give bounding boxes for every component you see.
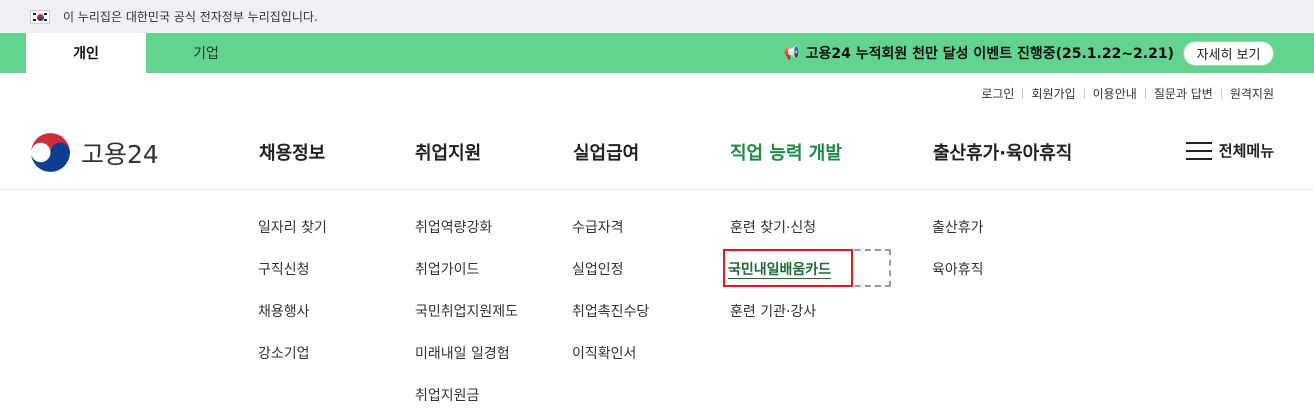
submenu-eligibility[interactable]: 수급자격 <box>572 217 624 237</box>
remote-support-link[interactable]: 원격지원 <box>1230 85 1274 102</box>
submenu-training-institutions[interactable]: 훈련 기관·강사 <box>730 301 816 321</box>
tab-business[interactable]: 기업 <box>146 33 266 73</box>
hamburger-icon <box>1185 141 1212 161</box>
view-details-button[interactable]: 자세히 보기 <box>1183 41 1274 66</box>
all-menu-button[interactable]: 전체메뉴 <box>1185 140 1274 161</box>
submenu-reemployment-allowance[interactable]: 취업촉진수당 <box>572 301 649 321</box>
megaphone-icon: 📢 <box>783 45 800 61</box>
qna-link[interactable]: 질문과 답변 <box>1154 85 1213 102</box>
divider <box>1083 88 1085 99</box>
submenu-unemployment-recognition[interactable]: 실업인정 <box>572 259 624 279</box>
submenu-employability[interactable]: 취업역량강화 <box>415 217 492 237</box>
gov-banner: 이 누리집은 대한민국 공식 전자정부 누리집입니다. <box>0 0 1314 33</box>
top-bar: 개인 기업 📢 고용24 누적회원 천만 달성 이벤트 진행중(25.1.22~… <box>0 33 1314 73</box>
divider <box>1144 88 1146 99</box>
gnb-parental-leave[interactable]: 출산휴가·육아휴직 <box>933 139 1072 165</box>
login-link[interactable]: 로그인 <box>981 85 1014 102</box>
government-emblem-icon <box>29 131 72 174</box>
site-logo[interactable]: 고용24 <box>28 130 159 175</box>
gov-banner-text: 이 누리집은 대한민국 공식 전자정부 누리집입니다. <box>63 10 318 24</box>
submenu-maternity-leave[interactable]: 출산휴가 <box>932 217 984 237</box>
signup-link[interactable]: 회원가입 <box>1031 85 1075 102</box>
tab-personal[interactable]: 개인 <box>26 33 146 73</box>
header-divider <box>0 189 1314 190</box>
submenu-training-search[interactable]: 훈련 찾기·신청 <box>730 217 816 237</box>
divider <box>1022 88 1024 99</box>
gnb-vocational-training[interactable]: 직업 능력 개발 <box>730 139 842 165</box>
guide-link[interactable]: 이용안내 <box>1093 85 1137 102</box>
divider <box>1220 88 1222 99</box>
submenu-parental-leave[interactable]: 육아휴직 <box>932 259 984 279</box>
utility-links: 로그인 회원가입 이용안내 질문과 답변 원격지원 <box>981 85 1274 102</box>
event-notice[interactable]: 📢 고용24 누적회원 천만 달성 이벤트 진행중(25.1.22~2.21) <box>783 33 1174 73</box>
submenu-job-guide[interactable]: 취업가이드 <box>415 259 479 279</box>
event-notice-text: 고용24 누적회원 천만 달성 이벤트 진행중(25.1.22~2.21) <box>805 46 1174 62</box>
submenu-future-work-experience[interactable]: 미래내일 일경험 <box>415 343 510 363</box>
gnb-unemployment-benefit[interactable]: 실업급여 <box>573 139 639 165</box>
gnb-employment-support[interactable]: 취업지원 <box>415 139 481 165</box>
submenu-employment-subsidy[interactable]: 취업지원금 <box>415 385 479 405</box>
logo-text: 고용24 <box>81 139 159 169</box>
gnb-jobs[interactable]: 채용정보 <box>259 139 325 165</box>
submenu-national-employment-support[interactable]: 국민취업지원제도 <box>415 301 518 321</box>
submenu-small-giant[interactable]: 강소기업 <box>258 343 310 363</box>
submenu-job-application[interactable]: 구직신청 <box>258 259 310 279</box>
korean-flag-icon <box>30 9 50 24</box>
submenu-job-fair[interactable]: 채용행사 <box>258 301 310 321</box>
submenu-separation-certificate[interactable]: 이직확인서 <box>572 343 636 363</box>
submenu-job-search[interactable]: 일자리 찾기 <box>258 217 327 237</box>
all-menu-label: 전체메뉴 <box>1218 142 1274 160</box>
submenu-national-learning-card[interactable]: 국민내일배움카드 <box>728 259 831 279</box>
